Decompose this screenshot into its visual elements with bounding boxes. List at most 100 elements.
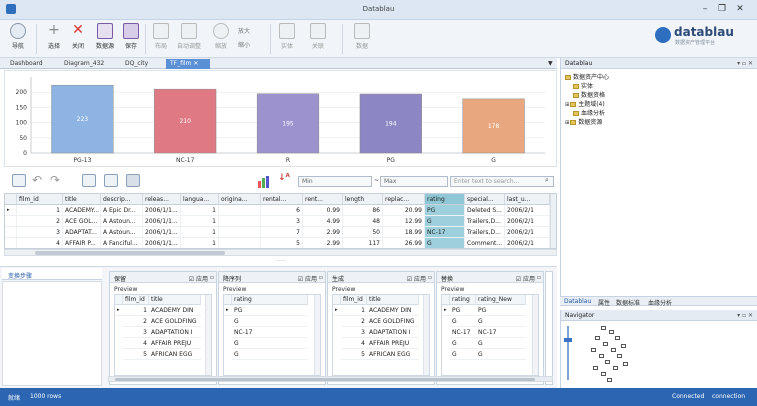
redo-icon[interactable]: ↷	[50, 173, 60, 187]
panel-pin-close-icons[interactable]: ▾ ▫ ✕	[737, 312, 753, 319]
tab-dq-city[interactable]: DQ_city	[121, 59, 152, 69]
grid-cell[interactable]: 26.99	[383, 238, 425, 248]
grid-cell[interactable]: 48	[343, 216, 383, 227]
grid-cell[interactable]: PG	[425, 205, 465, 216]
grid-cell[interactable]: 2006/1/1...	[143, 227, 181, 238]
tree-node[interactable]: 血缘分析	[573, 108, 605, 117]
grid-cell[interactable]: 117	[343, 238, 383, 248]
grid-cell[interactable]: 2006/2/1	[505, 227, 550, 238]
navigator-minimap[interactable]	[587, 326, 647, 384]
grid-cell[interactable]: 2	[17, 216, 63, 227]
row-header[interactable]	[5, 238, 17, 248]
pin-icon[interactable]: ▫	[319, 274, 323, 281]
preview-cell[interactable]: PG	[450, 306, 476, 316]
preview-cell[interactable]: G	[476, 339, 526, 349]
column-header-rental[interactable]: rental...	[261, 194, 303, 205]
apply-button[interactable]: ☑ 应用	[516, 274, 535, 283]
column-header-rent[interactable]: rent...	[303, 194, 343, 205]
preview-cell[interactable]: 2	[341, 317, 367, 327]
preview-cell[interactable]: NC-17	[450, 328, 476, 338]
preview-cell[interactable]: ACE GOLDFING	[367, 317, 419, 327]
preview-cell[interactable]: 4	[341, 339, 367, 349]
preview-vertical-scrollbar[interactable]	[532, 295, 538, 375]
tab-dashboard[interactable]: Dashboard	[6, 59, 47, 69]
preview-cell[interactable]: 5	[123, 350, 149, 360]
preview-cell[interactable]: 3	[341, 328, 367, 338]
grid-cell[interactable]: NC-17	[425, 227, 465, 238]
column-header-descrip[interactable]: descrip...	[101, 194, 143, 205]
preview-cell[interactable]: NC-17	[232, 328, 308, 338]
grid-horizontal-scrollbar[interactable]	[4, 249, 557, 256]
minimize-icon[interactable]: –	[699, 4, 711, 14]
preview-cell[interactable]: G	[232, 317, 308, 327]
preview-cell[interactable]: AFRICAN EGG	[149, 350, 201, 360]
grid-cell[interactable]: 2006/1/1...	[143, 238, 181, 248]
preview-cell[interactable]: AFFAIR PREJU	[149, 339, 201, 349]
zoom-slider-thumb[interactable]	[564, 338, 572, 342]
tab-diagram-432[interactable]: Diagram_432	[60, 59, 108, 69]
copy-table-icon[interactable]	[82, 174, 96, 187]
auto-layout-button[interactable]: 自动调整	[177, 23, 201, 50]
grid-cell[interactable]	[219, 216, 261, 227]
grid-cell[interactable]: G	[425, 238, 465, 248]
preview-column-header[interactable]: title	[367, 295, 419, 305]
zoom-in-button[interactable]: 放大	[238, 26, 250, 35]
close-file-button[interactable]: ✕ 关闭	[66, 23, 90, 50]
column-header-film_id[interactable]: film_id	[17, 194, 63, 205]
preview-cell[interactable]: 5	[341, 350, 367, 360]
preview-cell[interactable]: G	[450, 339, 476, 349]
relation-button[interactable]: 关联	[306, 23, 330, 50]
preview-cell[interactable]: G	[476, 317, 526, 327]
column-header-rating[interactable]: rating	[425, 194, 465, 205]
preview-vertical-scrollbar[interactable]	[314, 295, 320, 375]
grid-cell[interactable]: 2006/1/1...	[143, 216, 181, 227]
tab-data-standard[interactable]: 数据标准	[614, 298, 642, 307]
apply-button[interactable]: ☑ 应用	[407, 274, 426, 283]
pin-icon[interactable]: ▫	[428, 274, 432, 281]
grid-cell[interactable]: 7	[261, 227, 303, 238]
grid-cell[interactable]: ADAPTAT...	[63, 227, 101, 238]
entity-button[interactable]: 实体	[275, 23, 299, 50]
sort-az-icon[interactable]: ↓ᴬ	[278, 173, 290, 183]
splitter-handle[interactable]: ⋯⋯	[276, 258, 286, 264]
preview-cell[interactable]: G	[450, 317, 476, 327]
preview-cell[interactable]: 1	[123, 306, 149, 316]
grid-cell[interactable]: A Epic Dr...	[101, 205, 143, 216]
preview-cell[interactable]: PG	[476, 306, 526, 316]
undo-icon[interactable]: ↶	[32, 173, 42, 187]
grid-cell[interactable]: 2006/2/1	[505, 238, 550, 248]
apply-button[interactable]: ☑ 应用	[189, 274, 208, 283]
grid-cell[interactable]: 2.99	[303, 238, 343, 248]
scrollbar-thumb[interactable]	[115, 378, 535, 381]
tab-dropdown-icon[interactable]: ▼	[548, 60, 553, 67]
grid-cell[interactable]: 2006/2/1	[505, 205, 550, 216]
preview-column-header[interactable]: film_id	[341, 295, 367, 305]
grid-vertical-scrollbar[interactable]	[550, 194, 556, 248]
row-header[interactable]	[5, 227, 17, 238]
grid-cell[interactable]: 2.99	[303, 227, 343, 238]
grid-cell[interactable]: A Astoun...	[101, 227, 143, 238]
preview-column-header[interactable]: film_id	[123, 295, 149, 305]
grid-cell[interactable]: 4.99	[303, 216, 343, 227]
tree-node[interactable]: 数据资格	[573, 90, 605, 99]
restore-icon[interactable]: ❐	[716, 4, 728, 14]
tree-node[interactable]: ⊞ 主题域(4)	[565, 99, 605, 108]
grid-cell[interactable]: 18.99	[383, 227, 425, 238]
column-header-langua[interactable]: langua...	[181, 194, 219, 205]
grid-cell[interactable]: 2006/2/1	[505, 216, 550, 227]
export-icon[interactable]	[12, 174, 26, 187]
preview-cell[interactable]: ADAPTATION I	[149, 328, 201, 338]
grid-cell[interactable]: 20.99	[383, 205, 425, 216]
save-grid-icon[interactable]	[126, 174, 140, 187]
grid-cell[interactable]: 2006/1/1...	[143, 205, 181, 216]
search-icon[interactable]: ⌕	[545, 176, 549, 185]
grid-cell[interactable]	[219, 205, 261, 216]
grid-cell[interactable]: Trailers,D...	[465, 227, 505, 238]
grid-cell[interactable]: 1	[17, 205, 63, 216]
datasource-button[interactable]: 数据源	[93, 23, 117, 50]
data-button[interactable]: 数据	[350, 23, 374, 50]
grid-cell[interactable]: ACADEMY...	[63, 205, 101, 216]
column-header-special[interactable]: special...	[465, 194, 505, 205]
grid-cell[interactable]: 3	[17, 227, 63, 238]
grid-cell[interactable]: 1	[181, 205, 219, 216]
